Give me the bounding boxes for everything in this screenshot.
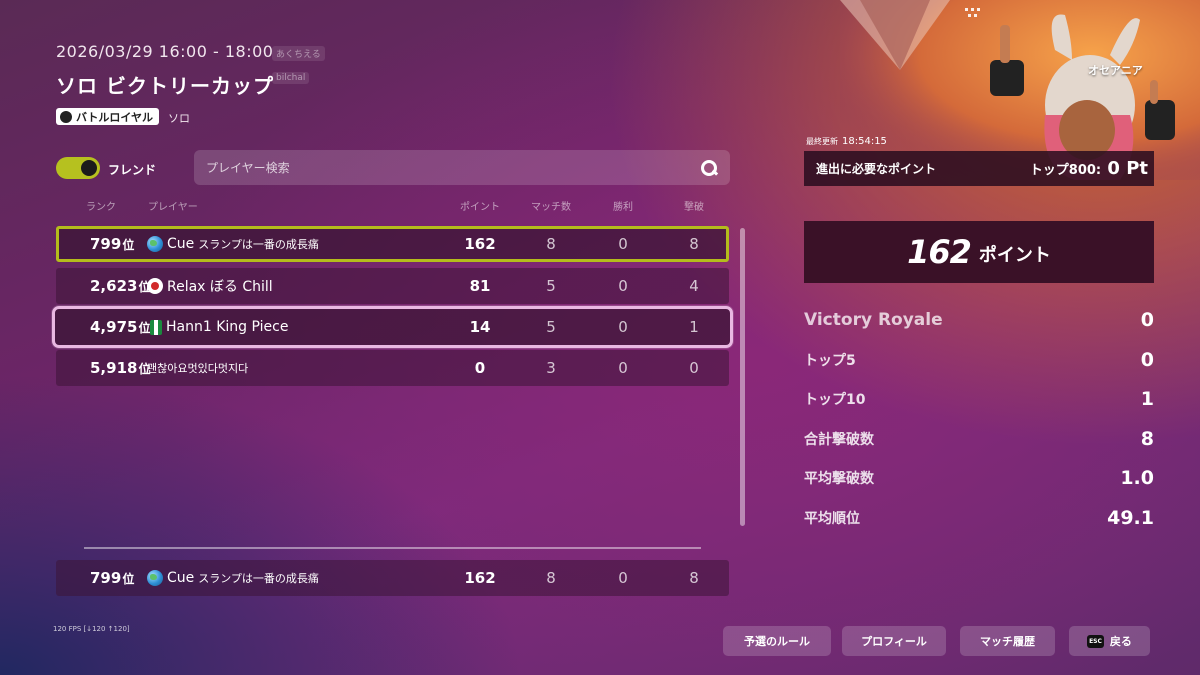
header-wins: 勝利	[613, 202, 633, 213]
row-player: 괜찮아요멋있다멋지다	[147, 362, 249, 375]
row-player: Cue スランプは一番の成長痛	[147, 229, 319, 259]
requirement-label: 進出に必要なポイント	[816, 162, 937, 176]
stat-top5: トップ5 0	[804, 349, 1154, 371]
requirement-value: トップ800: 0 Pt	[1029, 158, 1148, 179]
last-updated: 最終更新 18:54:15	[806, 136, 887, 147]
match-history-button[interactable]: マッチ履歴	[960, 626, 1055, 656]
rules-button[interactable]: 予選のルール	[723, 626, 831, 656]
event-time: 2026/03/29 16:00 - 18:00	[56, 42, 274, 61]
leaderboard-row-selected[interactable]: 4,975 位 Hann1 King Piece 14 5 0 1	[52, 306, 733, 348]
row-elims: 1	[689, 318, 699, 336]
row-wins: 0	[618, 359, 628, 377]
search-icon[interactable]	[700, 159, 718, 177]
total-points-card: 162 ポイント	[804, 221, 1154, 283]
leaderboard-row[interactable]: 2,623 位 Relax ぼる Chill 81 5 0 4	[56, 268, 729, 304]
globe-icon	[147, 236, 163, 252]
scrollbar[interactable]	[740, 228, 745, 526]
row-rank: 799 位	[90, 235, 135, 253]
row-matches: 5	[546, 318, 556, 336]
row-player: Cue スランプは一番の成長痛	[147, 560, 319, 596]
row-wins: 0	[618, 277, 628, 295]
fps-counter: 120 FPS [↓120 ↑120]	[53, 625, 130, 633]
stat-victory-royale: Victory Royale 0	[804, 309, 1154, 331]
friend-toggle-label: フレンド	[108, 163, 157, 177]
row-elims: 8	[689, 569, 699, 587]
total-points-label: ポイント	[978, 245, 1051, 266]
row-wins: 0	[618, 235, 628, 253]
region-label: オセアニア	[1088, 64, 1143, 77]
header-points: ポイント	[460, 202, 500, 213]
qualification-requirement: 進出に必要なポイント トップ800: 0 Pt	[804, 151, 1154, 186]
row-points: 162	[464, 235, 496, 253]
row-matches: 8	[546, 569, 556, 587]
esc-key-icon: ESC	[1087, 634, 1104, 648]
leaderboard-row-self[interactable]: 799 位 Cue スランプは一番の成長痛 162 8 0 8	[56, 226, 729, 262]
row-points: 81	[469, 277, 491, 295]
row-rank: 2,623 位	[90, 277, 151, 295]
row-player: Relax ぼる Chill	[147, 268, 273, 304]
divider	[84, 547, 701, 549]
row-points: 162	[464, 569, 496, 587]
profile-button[interactable]: プロフィール	[842, 626, 946, 656]
nigeria-flag-icon	[150, 319, 162, 335]
stat-avg-elims: 平均撃破数 1.0	[804, 467, 1154, 489]
row-matches: 8	[546, 235, 556, 253]
row-matches: 3	[546, 359, 556, 377]
row-player: Hann1 King Piece	[150, 309, 288, 345]
toggle-knob	[81, 160, 97, 176]
back-label: 戻る	[1109, 635, 1132, 648]
ghost-tag: bilchal	[272, 72, 310, 84]
ghost-tag: あくちえる	[272, 46, 325, 61]
stat-avg-placement: 平均順位 49.1	[804, 507, 1154, 529]
row-points: 14	[469, 318, 491, 336]
friend-toggle[interactable]	[56, 157, 100, 179]
total-points-value: 162	[907, 233, 972, 271]
row-matches: 5	[546, 277, 556, 295]
row-wins: 0	[618, 569, 628, 587]
back-button[interactable]: ESC 戻る	[1069, 626, 1150, 656]
row-rank: 799 位	[90, 569, 135, 587]
pinned-self-row[interactable]: 799 位 Cue スランプは一番の成長痛 162 8 0 8	[56, 560, 729, 596]
row-elims: 0	[689, 359, 699, 377]
header-elims: 撃破	[684, 202, 704, 213]
stat-total-elims: 合計撃破数 8	[804, 428, 1154, 450]
row-rank: 4,975 位	[90, 318, 151, 336]
globe-icon	[147, 570, 163, 586]
battle-royale-icon	[60, 110, 72, 123]
header-rank: ランク	[86, 202, 116, 213]
row-rank: 5,918 位	[90, 359, 151, 377]
header-matches: マッチ数	[531, 202, 571, 213]
row-elims: 4	[689, 277, 699, 295]
page-title: ソロ ビクトリーカップ	[56, 74, 274, 98]
leaderboard-row[interactable]: 5,918 位 괜찮아요멋있다멋지다 0 3 0 0	[56, 350, 729, 386]
row-points: 0	[474, 359, 486, 377]
header-player: プレイヤー	[148, 202, 198, 213]
mode-type: ソロ	[168, 112, 190, 125]
row-wins: 0	[618, 318, 628, 336]
search-bar[interactable]	[194, 150, 730, 185]
mode-badge-label: バトルロイヤル	[76, 110, 153, 124]
mode-badge: バトルロイヤル	[56, 108, 159, 125]
row-elims: 8	[689, 235, 699, 253]
stat-top10: トップ10 1	[804, 388, 1154, 410]
search-input[interactable]	[206, 160, 700, 175]
japan-flag-icon	[147, 278, 163, 294]
